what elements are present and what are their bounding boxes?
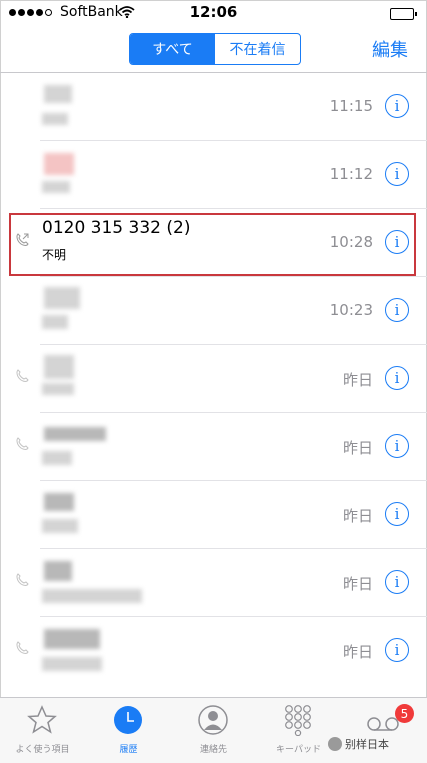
call-row[interactable]: 昨日 i bbox=[0, 481, 427, 549]
call-row[interactable]: 昨日 i bbox=[0, 345, 427, 413]
blurred-subtitle bbox=[42, 315, 68, 329]
tab-label: 履歴 bbox=[119, 745, 138, 755]
call-row[interactable]: 11:12 i bbox=[0, 141, 427, 209]
call-row[interactable]: 昨日 i bbox=[0, 617, 427, 685]
blurred-subtitle bbox=[42, 383, 74, 395]
status-time: 12:06 bbox=[189, 3, 238, 21]
blurred-subtitle bbox=[42, 519, 78, 533]
call-time: 11:15 bbox=[329, 97, 373, 115]
blurred-name bbox=[44, 493, 74, 511]
voicemail-icon bbox=[367, 717, 399, 731]
info-button[interactable]: i bbox=[385, 298, 409, 322]
watermark-logo-icon bbox=[328, 737, 342, 751]
info-button[interactable]: i bbox=[385, 638, 409, 662]
battery-icon bbox=[390, 8, 417, 20]
blurred-name bbox=[44, 427, 106, 441]
watermark: 别样日本 bbox=[328, 736, 389, 752]
segment-missed[interactable]: 不在着信 bbox=[215, 34, 300, 64]
outgoing-call-icon bbox=[16, 369, 29, 382]
keypad-icon bbox=[285, 705, 311, 736]
tab-recents[interactable]: 履歴 bbox=[86, 698, 171, 758]
call-row[interactable]: 11:15 i bbox=[0, 73, 427, 141]
call-time: 昨日 bbox=[342, 575, 373, 593]
outgoing-call-icon bbox=[16, 641, 29, 654]
call-row[interactable]: 10:23 i bbox=[0, 277, 427, 345]
call-time: 11:12 bbox=[329, 165, 373, 183]
call-time: 昨日 bbox=[342, 643, 373, 661]
outgoing-call-icon bbox=[16, 573, 29, 586]
call-time: 昨日 bbox=[342, 371, 373, 389]
star-icon bbox=[27, 705, 57, 734]
tab-contacts[interactable]: 連絡先 bbox=[171, 698, 256, 758]
blurred-subtitle bbox=[42, 113, 68, 125]
edit-button[interactable]: 編集 bbox=[372, 36, 408, 62]
call-row[interactable]: 昨日 i bbox=[0, 549, 427, 617]
info-button[interactable]: i bbox=[385, 434, 409, 458]
info-button[interactable]: i bbox=[385, 94, 409, 118]
call-time: 昨日 bbox=[342, 507, 373, 525]
call-time: 10:23 bbox=[329, 301, 373, 319]
blurred-subtitle bbox=[42, 589, 142, 603]
blurred-name bbox=[44, 287, 80, 309]
contact-icon bbox=[198, 705, 228, 735]
info-button[interactable]: i bbox=[385, 162, 409, 186]
blurred-subtitle bbox=[42, 181, 70, 193]
info-button[interactable]: i bbox=[385, 570, 409, 594]
blurred-subtitle bbox=[42, 657, 102, 671]
call-time: 昨日 bbox=[342, 439, 373, 457]
tab-favorites[interactable]: よく使う項目 bbox=[0, 698, 85, 758]
blurred-name bbox=[44, 85, 72, 103]
call-row[interactable]: 昨日 i bbox=[0, 413, 427, 481]
filter-segmented-control: すべて 不在着信 bbox=[129, 33, 301, 65]
info-button[interactable]: i bbox=[385, 502, 409, 526]
outgoing-call-icon bbox=[16, 437, 29, 450]
status-bar: SoftBank 12:06 bbox=[0, 0, 427, 26]
info-button[interactable]: i bbox=[385, 366, 409, 390]
highlight-box bbox=[9, 213, 416, 276]
voicemail-badge: 5 bbox=[395, 704, 414, 723]
segment-all[interactable]: すべて bbox=[130, 34, 215, 64]
blurred-name bbox=[44, 629, 100, 649]
clock-icon bbox=[114, 706, 142, 734]
tab-label: 連絡先 bbox=[199, 745, 227, 755]
blurred-subtitle bbox=[42, 451, 72, 465]
blurred-name bbox=[44, 561, 72, 581]
tab-label: よく使う項目 bbox=[15, 745, 70, 755]
blurred-name bbox=[44, 153, 74, 175]
tab-bar: よく使う項目 履歴 連絡先 キーパッド bbox=[0, 697, 427, 763]
blurred-name bbox=[44, 355, 74, 379]
watermark-text: 别样日本 bbox=[345, 738, 389, 751]
